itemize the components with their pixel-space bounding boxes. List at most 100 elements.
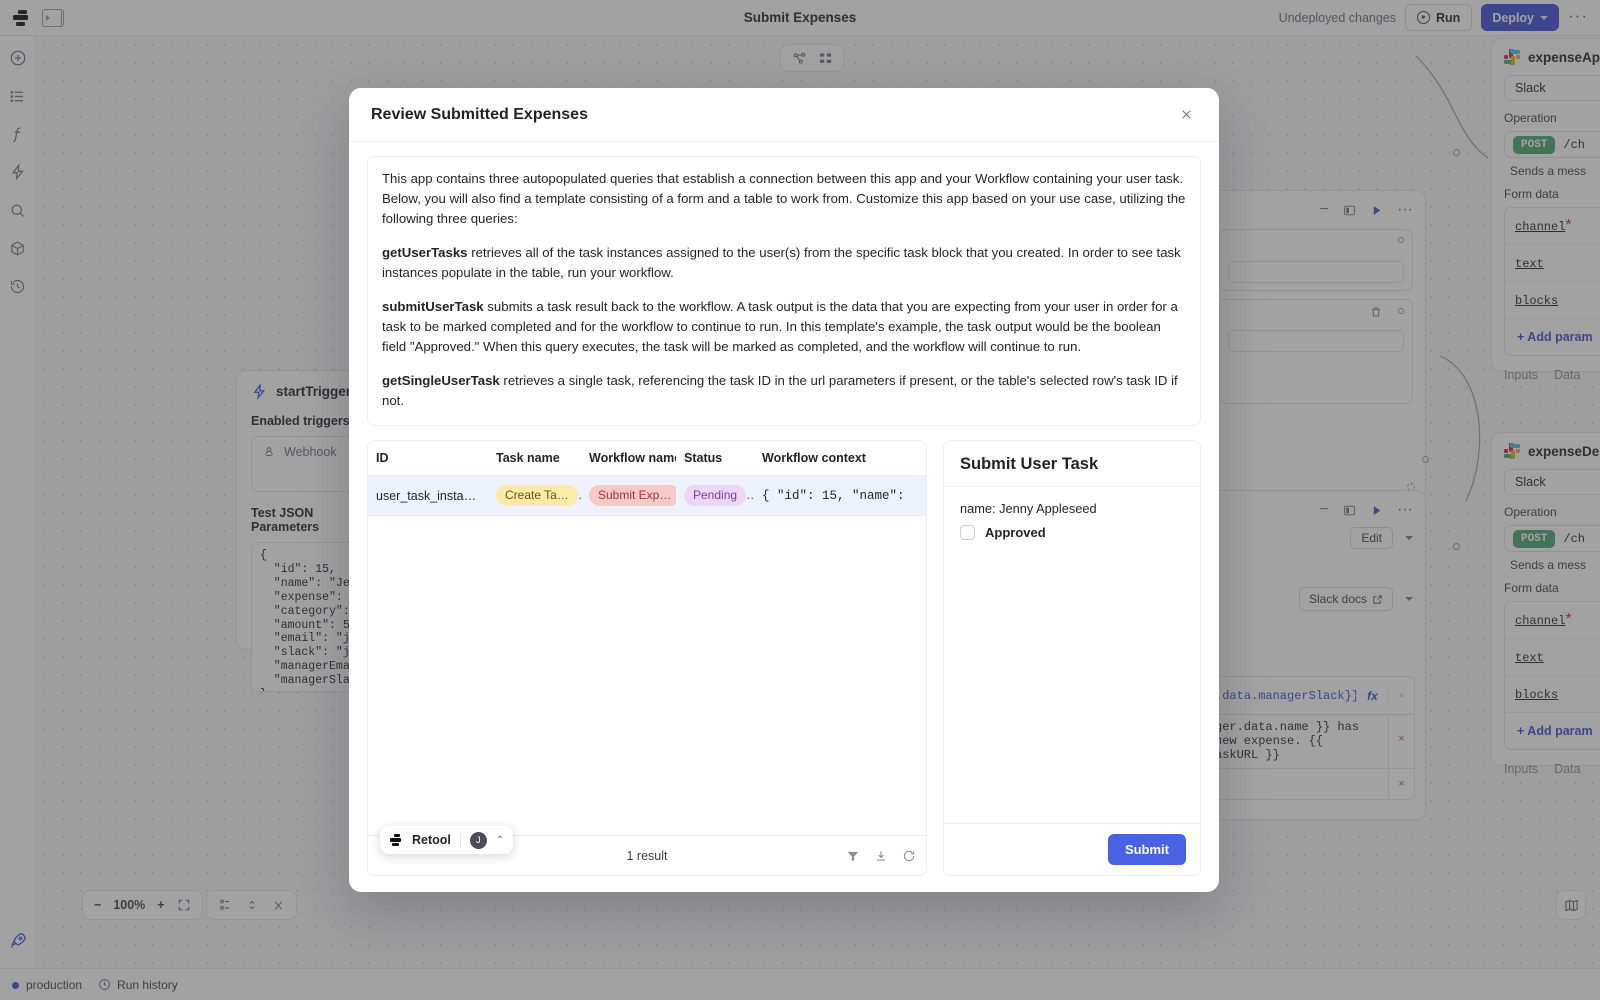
param-row-channel[interactable]: channel* xyxy=(1505,208,1600,245)
mid-input-1[interactable] xyxy=(1228,261,1404,283)
resource-select[interactable]: Slack xyxy=(1504,75,1600,101)
mid-input-2[interactable] xyxy=(1228,330,1404,352)
param-row-text[interactable]: text xyxy=(1505,639,1600,676)
zoom-level-label: 100% xyxy=(113,898,146,912)
zoom-out-button[interactable]: − xyxy=(94,898,101,912)
fit-screen-icon[interactable] xyxy=(177,898,191,912)
operation-select[interactable]: POST /ch xyxy=(1504,131,1600,158)
column-header-id[interactable]: ID xyxy=(368,441,488,476)
chevron-down-icon[interactable] xyxy=(1405,597,1413,601)
mapper-table[interactable]: .data.managerSlack}} fx × ger.data.name … xyxy=(1206,676,1415,800)
history-icon[interactable] xyxy=(8,276,28,296)
function-icon[interactable] xyxy=(8,124,28,144)
tasks-table[interactable]: ID Task name Workflow name Status Workfl… xyxy=(368,441,926,516)
environment-indicator[interactable]: production xyxy=(12,978,82,992)
retool-logo-icon[interactable] xyxy=(12,9,32,26)
approved-checkbox[interactable] xyxy=(960,525,975,540)
more-icon[interactable]: ··· xyxy=(1397,501,1413,519)
canvas-layout-controls[interactable] xyxy=(206,890,297,920)
column-header-status[interactable]: Status xyxy=(676,441,754,476)
add-param-button[interactable]: + Add param xyxy=(1505,319,1600,355)
tab-inputs[interactable]: Inputs xyxy=(1504,368,1538,382)
operation-description: Sends a mess xyxy=(1510,558,1587,572)
panel-toggle-icon[interactable] xyxy=(42,8,64,27)
refresh-icon[interactable] xyxy=(902,849,916,863)
edit-button[interactable]: Edit xyxy=(1350,527,1393,549)
node-mid-block-2[interactable]: − ··· Edit Slack docs .data.managerSlack… xyxy=(1206,490,1426,820)
mid-field-1[interactable] xyxy=(1219,229,1413,291)
param-row-blocks[interactable]: blocks xyxy=(1505,282,1600,319)
operation-label: Operation xyxy=(1504,505,1557,519)
remove-row-button[interactable]: × xyxy=(1388,769,1414,799)
list-view-icon[interactable] xyxy=(815,48,835,68)
cell-task-name: Create Ta… xyxy=(488,475,581,516)
avatar[interactable]: J xyxy=(469,831,487,849)
graph-view-icon[interactable] xyxy=(789,48,809,68)
tab-data[interactable]: Data xyxy=(1554,762,1580,776)
trash-icon[interactable] xyxy=(1370,306,1382,318)
column-header-workflow-context[interactable]: Workflow context xyxy=(754,441,926,476)
remove-row-button[interactable]: × xyxy=(1388,715,1414,768)
port-dot xyxy=(1398,237,1404,243)
mid-field-2[interactable] xyxy=(1219,299,1413,404)
minimap-icon[interactable] xyxy=(1556,890,1586,920)
table-row[interactable]: user_task_instanc… Create Ta… Submit Exp… xyxy=(368,475,926,516)
search-icon[interactable] xyxy=(8,200,28,220)
cube-icon[interactable] xyxy=(8,238,28,258)
remove-row-button[interactable]: × xyxy=(1388,689,1414,702)
run-block-icon[interactable] xyxy=(1370,204,1383,217)
run-history-button[interactable]: Run history xyxy=(98,978,178,992)
up-down-icon[interactable] xyxy=(246,898,258,912)
view-toggle-group[interactable] xyxy=(780,44,844,72)
column-header-workflow-name[interactable]: Workflow name xyxy=(581,441,676,476)
close-icon[interactable] xyxy=(1175,104,1197,126)
block-tabs[interactable]: Inputs Data xyxy=(1504,368,1600,382)
tab-inputs[interactable]: Inputs xyxy=(1504,762,1538,776)
more-icon[interactable]: ··· xyxy=(1397,201,1413,219)
collapse-icon[interactable] xyxy=(272,899,285,912)
http-method-badge: POST xyxy=(1513,135,1556,154)
zoom-controls[interactable]: − 100% + xyxy=(82,890,203,920)
plus-circle-icon[interactable] xyxy=(8,48,28,68)
task-name-badge: Create Ta… xyxy=(496,485,578,506)
filter-icon[interactable] xyxy=(846,849,860,863)
minimize-icon[interactable]: − xyxy=(1320,501,1329,519)
tab-data[interactable]: Data xyxy=(1554,368,1580,382)
list-icon[interactable] xyxy=(8,86,28,106)
download-icon[interactable] xyxy=(874,849,888,863)
operation-select[interactable]: POST /ch xyxy=(1504,525,1600,552)
fx-button[interactable]: fx xyxy=(1356,688,1388,703)
submit-button[interactable]: Submit xyxy=(1107,834,1186,865)
column-header-task-name[interactable]: Task name xyxy=(488,441,581,476)
deploy-button[interactable]: Deploy xyxy=(1481,4,1560,31)
run-button[interactable]: Run xyxy=(1405,4,1473,31)
chevron-up-icon[interactable]: ⌃ xyxy=(496,835,504,846)
port-dot[interactable] xyxy=(1453,543,1460,550)
minimize-icon[interactable]: − xyxy=(1320,201,1329,219)
panel-icon[interactable] xyxy=(1343,504,1356,517)
node-expense-app[interactable]: expenseAp Slack Operation POST /ch Sends… xyxy=(1491,38,1600,382)
node-mid-block-1[interactable]: − ··· xyxy=(1206,190,1426,500)
chevron-down-icon[interactable] xyxy=(1405,536,1413,540)
node-expense-denied[interactable]: expenseDe Slack Operation POST /ch Sends… xyxy=(1491,432,1600,776)
port-dot[interactable] xyxy=(1453,149,1460,156)
param-row-blocks[interactable]: blocks xyxy=(1505,676,1600,713)
param-row-text[interactable]: text xyxy=(1505,245,1600,282)
retool-branding-badge[interactable]: Retool J ⌃ xyxy=(380,826,514,854)
rocket-icon[interactable] xyxy=(8,930,28,950)
panel-icon[interactable] xyxy=(1343,204,1356,217)
align-icon[interactable] xyxy=(218,898,232,912)
slack-docs-button[interactable]: Slack docs xyxy=(1298,587,1393,611)
run-block-icon[interactable] xyxy=(1370,504,1383,517)
add-param-button[interactable]: + Add param xyxy=(1505,713,1600,749)
resource-select[interactable]: Slack xyxy=(1504,469,1600,495)
approved-checkbox-row[interactable]: Approved xyxy=(960,525,1184,540)
port-dot[interactable] xyxy=(1422,456,1429,463)
more-options-button[interactable]: ··· xyxy=(1568,7,1588,28)
param-row-channel[interactable]: channel* xyxy=(1505,602,1600,639)
review-expenses-modal: Review Submitted Expenses This app conta… xyxy=(349,88,1219,892)
deploy-label: Deploy xyxy=(1492,10,1535,25)
zoom-in-button[interactable]: + xyxy=(157,898,164,912)
lightning-icon[interactable] xyxy=(8,162,28,182)
block-tabs[interactable]: Inputs Data xyxy=(1504,762,1600,776)
